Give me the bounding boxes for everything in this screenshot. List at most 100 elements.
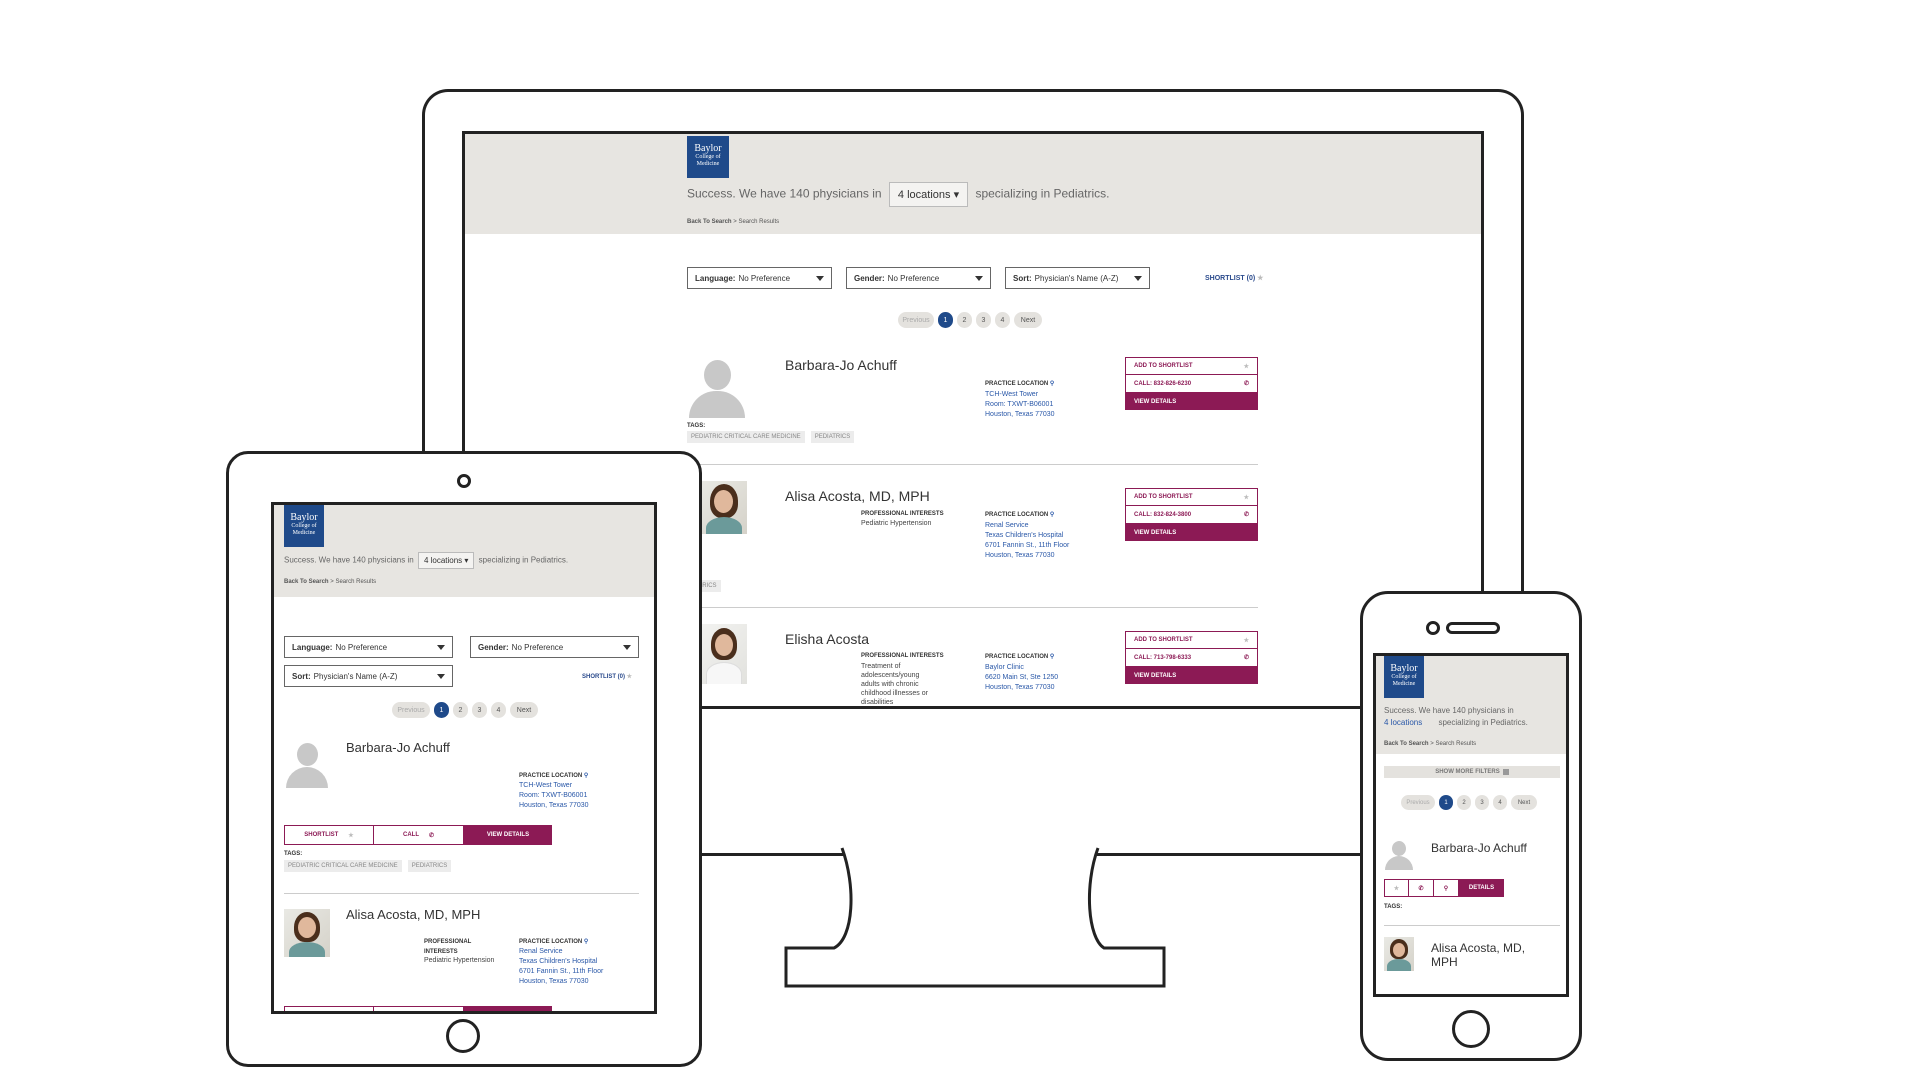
add-to-shortlist-button[interactable]: ADD TO SHORTLIST ★ [1125, 488, 1258, 506]
page-1-button[interactable]: 1 [938, 312, 953, 328]
sort-value: Physician's Name (A-Z) [313, 671, 398, 681]
physician-name[interactable]: Barbara-Jo Achuff [1431, 841, 1527, 855]
baylor-logo[interactable]: Baylor College of Medicine [687, 136, 729, 178]
caret-down-icon [437, 674, 445, 679]
shortlist-button[interactable]: SHORTLIST ★ [284, 825, 374, 845]
gender-select[interactable]: Gender: No Preference [470, 636, 639, 658]
divider [687, 607, 1258, 608]
view-details-button[interactable]: VIEW DETAILS [1125, 524, 1258, 541]
shortlist-link[interactable]: SHORTLIST (0) ★ [582, 673, 632, 680]
pagination-previous[interactable]: Previous [1401, 795, 1435, 810]
baylor-logo[interactable]: Baylor College of Medicine [284, 505, 324, 547]
physician-name-line: Alisa Acosta, MD, [1431, 941, 1526, 955]
page-3-button[interactable]: 3 [1475, 795, 1489, 810]
star-icon: ★ [1257, 275, 1264, 282]
map-pin-icon: ⚲ [583, 773, 589, 779]
page-2-button[interactable]: 2 [1457, 795, 1471, 810]
tag[interactable]: PEDIATRIC CRITICAL CARE MEDICINE [284, 860, 402, 872]
physician-name[interactable]: Alisa Acosta, MD, MPH [346, 907, 480, 922]
details-label: DETAILS [1468, 885, 1495, 891]
add-to-shortlist-button[interactable]: ADD TO SHORTLIST ★ [1125, 357, 1258, 375]
practice-location[interactable]: TCH-West Tower Room: TXWT-B06001 Houston… [519, 781, 589, 811]
gender-select[interactable]: Gender: No Preference [846, 267, 991, 289]
details-button[interactable]: DETAILS [1459, 879, 1504, 897]
logo-line1: Baylor [290, 512, 318, 523]
location-line: Texas Children's Hospital [519, 958, 598, 966]
tag[interactable]: PEDIATRICS [407, 860, 452, 872]
view-details-button[interactable]: VIEW DETAILS [1125, 667, 1258, 684]
shortlist-button[interactable]: ★ [1384, 879, 1409, 897]
language-select[interactable]: Language: No Preference [284, 636, 453, 658]
practice-location[interactable]: Renal Service Texas Children's Hospital … [519, 947, 603, 988]
caret-down-icon [437, 645, 445, 650]
language-select[interactable]: Language: No Preference [687, 267, 832, 289]
physician-name[interactable]: Barbara-Jo Achuff [346, 740, 450, 755]
page-3-button[interactable]: 3 [976, 312, 991, 328]
physician-name[interactable]: Barbara-Jo Achuff [785, 357, 897, 373]
page-1-button[interactable]: 1 [1439, 795, 1453, 810]
tag[interactable]: PEDIATRICS [810, 431, 855, 443]
caret-down-icon: ▾ [953, 189, 960, 201]
tablet-home-button[interactable] [446, 1019, 480, 1053]
shortlist-link[interactable]: SHORTLIST (0) ★ [1205, 274, 1263, 282]
call-button[interactable]: ✆ [1409, 879, 1434, 897]
practice-location-text: PRACTICE LOCATION [519, 939, 583, 945]
logo-line1: Baylor [694, 143, 722, 154]
practice-location[interactable]: Renal Service Texas Children's Hospital … [985, 521, 1069, 562]
show-more-filters-button[interactable]: SHOW MORE FILTERS [1384, 766, 1560, 778]
phone-icon: ✆ [1243, 381, 1249, 387]
phone-icon: ✆ [1243, 655, 1249, 661]
tag-list: PEDIATRIC CRITICAL CARE MEDICINE PEDIATRI… [687, 431, 860, 443]
breadcrumb-sep: > [330, 579, 334, 585]
view-details-button[interactable]: VIEW DETAILS [1125, 393, 1258, 410]
professional-interests-label: PROFESSIONAL INTERESTS [424, 939, 472, 955]
shortlist-button[interactable] [284, 1006, 374, 1011]
page-4-button[interactable]: 4 [1493, 795, 1507, 810]
location-line: Renal Service [985, 522, 1029, 529]
page-4-button[interactable]: 4 [491, 702, 506, 718]
call-label: CALL: 713-798-6333 [1134, 654, 1192, 661]
pagination-previous[interactable]: Previous [392, 702, 430, 718]
breadcrumb-current: Search Results [1435, 741, 1477, 747]
practice-location-label: PRACTICE LOCATION ⚲ [985, 380, 1054, 387]
practice-location-label: PRACTICE LOCATION ⚲ [985, 653, 1054, 660]
back-to-search-link[interactable]: Back To Search [687, 219, 732, 225]
page-3-button[interactable]: 3 [472, 702, 487, 718]
locations-link[interactable]: 4 locations [1384, 718, 1422, 727]
pagination-previous[interactable]: Previous [898, 312, 934, 328]
page-1-button[interactable]: 1 [434, 702, 449, 718]
pagination-next[interactable]: Next [1511, 795, 1537, 810]
phone-home-button[interactable] [1452, 1010, 1490, 1048]
pagination-next[interactable]: Next [1014, 312, 1042, 328]
physician-name[interactable]: Elisha Acosta [785, 631, 869, 647]
call-button[interactable]: CALL ✆ [374, 825, 464, 845]
tag[interactable]: PEDIATRIC CRITICAL CARE MEDICINE [687, 431, 805, 443]
baylor-logo[interactable]: Baylor College of Medicine [1384, 656, 1424, 698]
practice-location[interactable]: Baylor Clinic 6620 Main St, Ste 1250 Hou… [985, 663, 1058, 693]
location-line: Texas Children's Hospital [985, 532, 1064, 540]
locations-dropdown[interactable]: 4 locations ▾ [417, 552, 475, 569]
sort-select[interactable]: Sort: Physician's Name (A-Z) [1005, 267, 1150, 289]
practice-location[interactable]: TCH-West Tower Room: TXWT-B06001 Houston… [985, 390, 1055, 420]
call-button[interactable]: CALL: 832-824-3800 ✆ [1125, 506, 1258, 524]
practice-location-text: PRACTICE LOCATION [519, 773, 583, 779]
call-button[interactable]: CALL: 832-826-6230 ✆ [1125, 375, 1258, 393]
call-button[interactable]: CALL: 713-798-6333 ✆ [1125, 649, 1258, 667]
locations-dropdown[interactable]: 4 locations ▾ [888, 182, 969, 207]
view-details-button[interactable]: VIEW DETAILS [464, 825, 552, 845]
page-4-button[interactable]: 4 [995, 312, 1010, 328]
page-2-button[interactable]: 2 [453, 702, 468, 718]
view-details-button[interactable] [464, 1006, 552, 1011]
avatar-placeholder [284, 742, 330, 788]
pagination-next[interactable]: Next [510, 702, 538, 718]
add-to-shortlist-button[interactable]: ADD TO SHORTLIST ★ [1125, 631, 1258, 649]
call-button[interactable] [374, 1006, 464, 1011]
physician-name[interactable]: Alisa Acosta, MD, MPH [785, 488, 930, 504]
physician-name[interactable]: Alisa Acosta, MD, MPH [1431, 941, 1525, 970]
caret-down-icon [623, 645, 631, 650]
back-to-search-link[interactable]: Back To Search [1384, 741, 1429, 747]
back-to-search-link[interactable]: Back To Search [284, 579, 329, 585]
page-2-button[interactable]: 2 [957, 312, 972, 328]
map-button[interactable]: ⚲ [1434, 879, 1459, 897]
sort-select[interactable]: Sort: Physician's Name (A-Z) [284, 665, 453, 687]
